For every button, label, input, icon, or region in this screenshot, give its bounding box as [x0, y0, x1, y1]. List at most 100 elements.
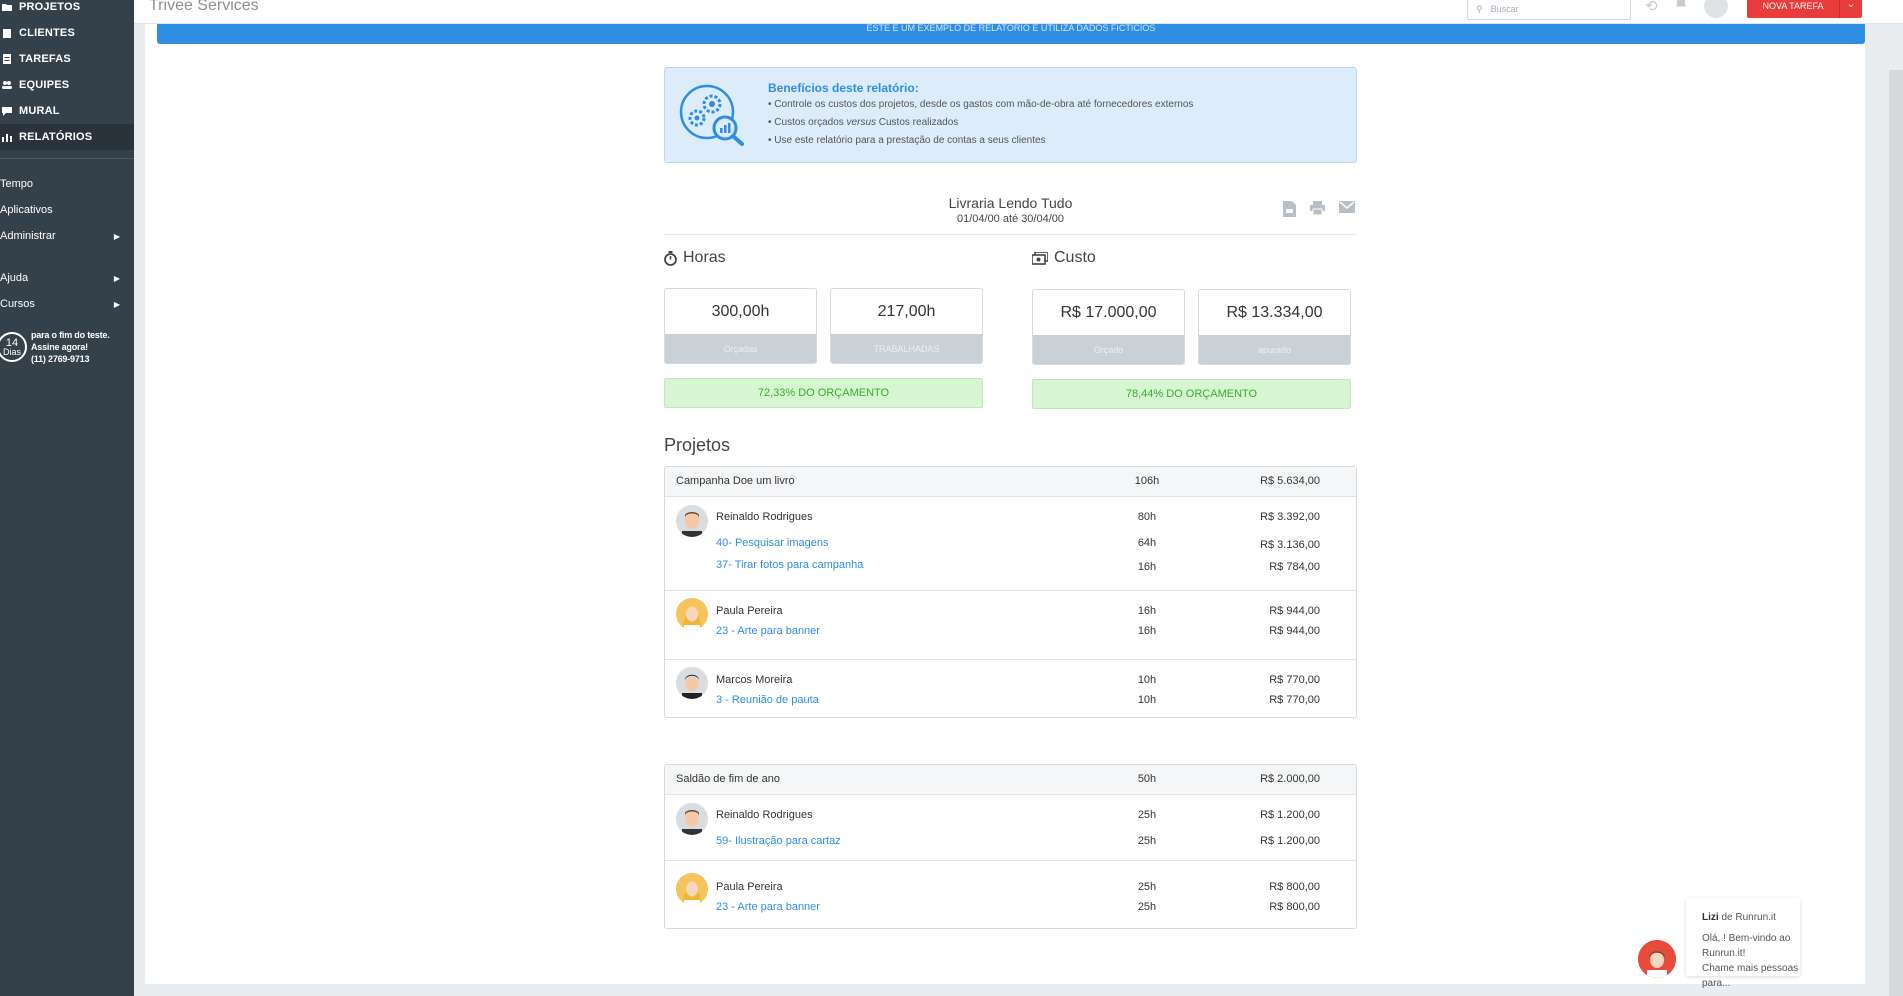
- task-row: 37- Tirar fotos para campanha 16h R$ 784…: [665, 559, 1356, 573]
- user-avatar[interactable]: [1704, 0, 1728, 18]
- benefits-title: Benefícios deste relatório:: [768, 81, 919, 95]
- sidebar-item-tarefas[interactable]: TAREFAS: [0, 46, 134, 72]
- hours-worked-value: 217,00h: [877, 303, 936, 320]
- task-row: 40- Pesquisar imagens 64h R$ 3.136,00: [665, 537, 1356, 551]
- task-row: 3 - Reunião de pauta 10h R$ 770,00: [665, 694, 1356, 708]
- report-header: Livraria Lendo Tudo 01/04/00 até 30/04/0…: [664, 163, 1357, 235]
- trial-phone: (11) 2769-9713: [31, 354, 90, 364]
- task-link[interactable]: 37- Tirar fotos para campanha: [716, 559, 863, 571]
- new-task-button[interactable]: NOVA TAREFA ⌄: [1747, 0, 1862, 18]
- task-cost: R$ 800,00: [1269, 901, 1320, 913]
- hours-budget-caption: Orçadas: [665, 334, 816, 363]
- benefit-emphasis: versus: [846, 117, 876, 128]
- caret-right-icon: ▶: [113, 273, 120, 283]
- benefits-box: Benefícios deste relatório: • Controle o…: [664, 67, 1357, 163]
- page-scrollbar[interactable]: [1889, 70, 1903, 996]
- sidebar-item-aplicativos[interactable]: Aplicativos: [0, 197, 134, 223]
- sidebar-item-mural[interactable]: MURAL: [0, 98, 134, 124]
- hours-worked-caption: TRABALHADAS: [831, 334, 982, 363]
- sidebar-item-ajuda[interactable]: Ajuda ▶: [0, 265, 134, 291]
- member-summary: Reinaldo Rodrigues 25h R$ 1.200,00: [665, 809, 1356, 823]
- chat-message: Olá, ! Bem-vindo ao Runrun.it!: [1702, 933, 1791, 959]
- sample-data-banner: ESTE É UM EXEMPLO DE RELATÓRIO E UTILIZA…: [157, 24, 1865, 44]
- task-hours: 64h: [1137, 537, 1157, 549]
- member-cost: R$ 944,00: [1269, 605, 1320, 617]
- project-cost: R$ 2.000,00: [1260, 773, 1320, 785]
- project-name: Campanha Doe um livro: [676, 475, 795, 487]
- trial-days-counter: 14 Dias: [0, 332, 27, 362]
- metrics-section: Horas 300,00h Orçadas 217,00h TRABALHADA…: [664, 235, 1357, 435]
- chat-avatar-button[interactable]: [1638, 940, 1676, 978]
- project-cost: R$ 5.634,00: [1260, 475, 1320, 487]
- sidebar-sub-nav: Tempo Aplicativos Administrar ▶ Ajuda ▶ Cu…: [0, 158, 134, 317]
- member-name: Reinaldo Rodrigues: [716, 809, 813, 821]
- benefit-item: • Controle os custos dos projetos, desde…: [768, 99, 1194, 110]
- bell-icon[interactable]: [1674, 0, 1688, 10]
- sidebar-item-label: Tempo: [0, 178, 34, 190]
- chart-icon: [2, 134, 12, 142]
- report-client-name: Livraria Lendo Tudo: [948, 195, 1073, 211]
- member-cost: R$ 800,00: [1269, 881, 1320, 893]
- email-icon[interactable]: [1339, 201, 1355, 213]
- hours-budget-value: 300,00h: [711, 303, 770, 320]
- hours-section-title: Horas: [664, 249, 726, 267]
- task-link[interactable]: 23 - Arte para banner: [716, 625, 820, 637]
- task-cost: R$ 784,00: [1269, 561, 1320, 573]
- report-period: 01/04/00 até 30/04/00: [956, 213, 1065, 225]
- member-hours: 10h: [1137, 674, 1157, 686]
- sidebar-item-label: CLIENTES: [19, 27, 75, 39]
- task-hours: 10h: [1137, 694, 1157, 706]
- sidebar-item-label: RELATÓRIOS: [19, 131, 93, 143]
- task-link[interactable]: 40- Pesquisar imagens: [716, 537, 829, 549]
- benefit-text-b: Custos realizados: [876, 117, 959, 128]
- report-actions: [1283, 201, 1355, 217]
- caret-right-icon: ▶: [113, 299, 120, 309]
- sidebar-item-equipes[interactable]: EQUIPES: [0, 72, 134, 98]
- sidebar-item-clientes[interactable]: CLIENTES: [0, 20, 134, 46]
- trial-notice[interactable]: 14 Dias para o fim do teste. Assine agor…: [0, 329, 134, 365]
- sidebar-item-cursos[interactable]: Cursos ▶: [0, 291, 134, 317]
- task-link[interactable]: 23 - Arte para banner: [716, 901, 820, 913]
- task-row: 23 - Arte para banner 16h R$ 944,00: [665, 625, 1356, 639]
- task-hours: 16h: [1137, 561, 1157, 573]
- caret-right-icon: ▶: [113, 231, 120, 241]
- sidebar-item-label: EQUIPES: [19, 79, 70, 91]
- member-row: Reinaldo Rodrigues 80h R$ 3.392,00 40- P…: [665, 496, 1356, 590]
- sidebar-item-tempo[interactable]: Tempo: [0, 171, 134, 197]
- trial-line: para o fim do teste.: [31, 330, 110, 340]
- sidebar-item-administrar[interactable]: Administrar ▶: [0, 223, 134, 249]
- task-link[interactable]: 59- Ilustração para cartaz: [716, 835, 841, 847]
- project-hours: 50h: [1137, 773, 1157, 785]
- project-card: Campanha Doe um livro 106h R$ 5.634,00 R…: [664, 466, 1357, 718]
- task-cost: R$ 770,00: [1269, 694, 1320, 706]
- member-name: Paula Pereira: [716, 881, 783, 893]
- member-hours: 16h: [1137, 605, 1157, 617]
- chat-popup[interactable]: Lizi de Runrun.it Olá, ! Bem-vindo ao Ru…: [1686, 898, 1800, 989]
- task-row: 23 - Arte para banner 25h R$ 800,00: [665, 901, 1356, 915]
- main-panel: ESTE É UM EXEMPLO DE RELATÓRIO E UTILIZA…: [145, 24, 1865, 984]
- sidebar-item-relatorios[interactable]: RELATÓRIOS: [0, 124, 134, 150]
- chevron-down-icon[interactable]: ⌄: [1839, 0, 1862, 18]
- sidebar-main-nav: PROJETOS CLIENTES TAREFAS EQUIPES MURAL …: [0, 0, 134, 150]
- member-hours: 25h: [1137, 809, 1157, 821]
- project-header: Saldão de fim de ano 50h R$ 2.000,00: [665, 765, 1356, 794]
- gears-magnifier-icon: [679, 84, 744, 146]
- member-name: Paula Pereira: [716, 605, 783, 617]
- building-icon: [3, 29, 11, 38]
- print-icon[interactable]: [1310, 201, 1325, 215]
- trial-text: para o fim do teste. Assine agora! (11) …: [31, 329, 110, 365]
- sidebar-item-projetos[interactable]: PROJETOS: [0, 0, 134, 20]
- topbar: Trivee Services ⚲ Buscar ⟲ NOVA TAREFA ⌄: [134, 0, 1903, 24]
- history-icon[interactable]: ⟲: [1645, 0, 1658, 15]
- cost-section-title: Custo: [1032, 249, 1096, 267]
- task-row: 59- Ilustração para cartaz 25h R$ 1.200,…: [665, 835, 1356, 849]
- cost-actual-card: R$ 13.334,00 apurado: [1198, 289, 1351, 365]
- task-link[interactable]: 3 - Reunião de pauta: [716, 694, 819, 706]
- pdf-export-icon[interactable]: [1283, 201, 1296, 217]
- member-summary: Marcos Moreira 10h R$ 770,00: [665, 674, 1356, 688]
- tasks-icon: [3, 54, 11, 64]
- trial-line: Assine agora!: [31, 342, 88, 352]
- search-input[interactable]: ⚲ Buscar: [1467, 0, 1631, 20]
- sidebar-item-label: Administrar: [0, 230, 56, 242]
- team-icon: [2, 81, 12, 89]
